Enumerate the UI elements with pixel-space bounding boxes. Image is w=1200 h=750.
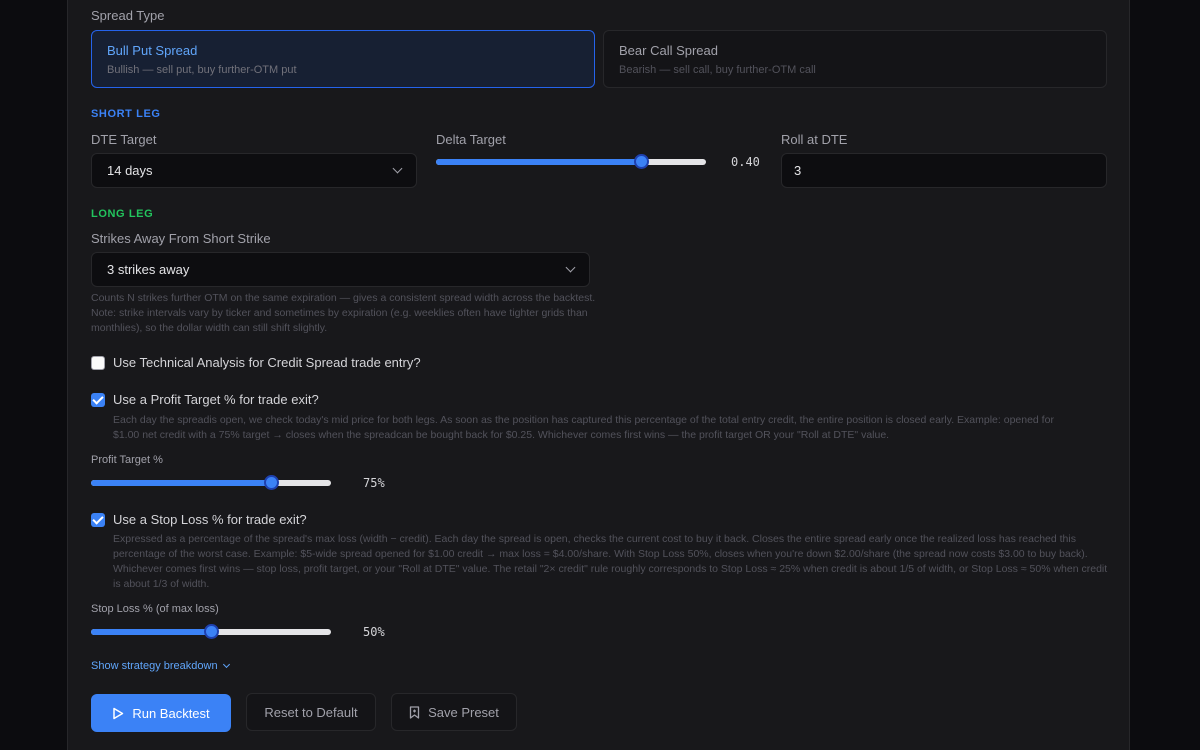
slider-fill <box>91 629 211 635</box>
strikes-away-value: 3 strikes away <box>107 262 190 277</box>
run-backtest-label: Run Backtest <box>132 705 210 721</box>
profit-target-label: Use a Profit Target % for trade exit? <box>113 392 319 407</box>
stop-loss-checkbox[interactable] <box>91 513 105 527</box>
short-leg-section-title: SHORT LEG <box>91 108 161 120</box>
save-preset-button[interactable]: Save Preset <box>391 693 517 731</box>
chevron-down-icon <box>392 163 403 174</box>
play-icon <box>113 707 124 719</box>
show-breakdown-link[interactable]: Show strategy breakdown <box>91 660 230 672</box>
spread-type-label: Spread Type <box>91 8 165 23</box>
delta-target-value: 0.40 <box>731 155 760 169</box>
option-subtitle: Bullish — sell put, buy further-OTM put <box>107 64 297 76</box>
bookmark-icon <box>409 705 420 719</box>
chevron-down-icon <box>565 262 576 273</box>
delta-target-label: Delta Target <box>436 132 506 147</box>
dte-target-value: 14 days <box>107 163 153 178</box>
strikes-away-select[interactable]: 3 strikes away <box>91 252 590 287</box>
strategy-form-panel: Spread Type Bull Put Spread Bullish — se… <box>67 0 1130 750</box>
profit-target-slider-label: Profit Target % <box>91 454 163 466</box>
dte-target-select[interactable]: 14 days <box>91 153 417 188</box>
roll-at-dte-value: 3 <box>794 163 802 178</box>
option-title: Bull Put Spread <box>107 43 198 58</box>
profit-target-slider[interactable] <box>91 475 331 491</box>
stop-loss-value: 50% <box>363 625 385 639</box>
dte-target-label: DTE Target <box>91 132 157 147</box>
roll-at-dte-input[interactable]: 3 <box>781 153 1107 188</box>
slider-fill <box>91 480 271 486</box>
delta-target-slider[interactable] <box>436 154 706 170</box>
profit-target-checkbox[interactable] <box>91 393 105 407</box>
profit-target-help: Each day the spreadis open, we check tod… <box>113 414 1054 441</box>
profit-target-value: 75% <box>363 476 385 490</box>
option-subtitle: Bearish — sell call, buy further-OTM cal… <box>619 64 816 76</box>
technical-analysis-checkbox[interactable] <box>91 356 105 370</box>
show-breakdown-label: Show strategy breakdown <box>91 660 218 672</box>
slider-thumb[interactable] <box>264 475 279 490</box>
bull-put-spread-option[interactable]: Bull Put Spread Bullish — sell put, buy … <box>91 30 595 88</box>
slider-thumb[interactable] <box>204 624 219 639</box>
stop-loss-slider-label: Stop Loss % (of max loss) <box>91 603 219 615</box>
chevron-down-icon <box>222 660 230 669</box>
long-leg-section-title: LONG LEG <box>91 208 154 220</box>
reset-to-default-label: Reset to Default <box>264 704 358 720</box>
roll-at-dte-label: Roll at DTE <box>781 132 848 147</box>
option-title: Bear Call Spread <box>619 43 718 58</box>
bear-call-spread-option[interactable]: Bear Call Spread Bearish — sell call, bu… <box>603 30 1107 88</box>
stop-loss-label: Use a Stop Loss % for trade exit? <box>113 512 307 527</box>
technical-analysis-label: Use Technical Analysis for Credit Spread… <box>113 355 421 370</box>
stop-loss-help: Expressed as a percentage of the spread'… <box>113 533 1108 590</box>
save-preset-label: Save Preset <box>428 704 499 720</box>
reset-to-default-button[interactable]: Reset to Default <box>246 693 376 731</box>
slider-fill <box>436 159 642 165</box>
stop-loss-slider[interactable] <box>91 624 331 640</box>
strikes-away-help: Counts N strikes further OTM on the same… <box>91 292 596 334</box>
slider-thumb[interactable] <box>634 154 650 169</box>
run-backtest-button[interactable]: Run Backtest <box>91 694 231 732</box>
strikes-away-label: Strikes Away From Short Strike <box>91 231 271 246</box>
